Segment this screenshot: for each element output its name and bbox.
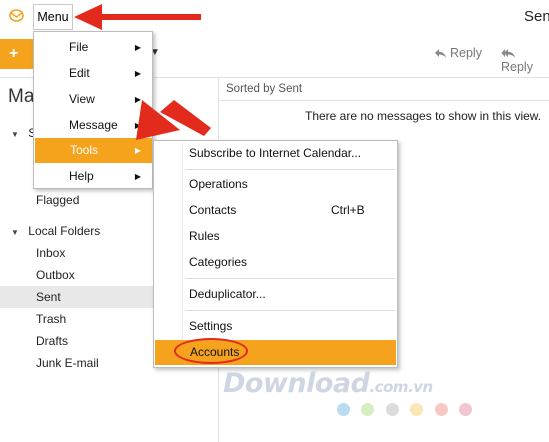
watermark-dot [459, 403, 472, 416]
watermark-dot [435, 403, 448, 416]
arrow-to-menu-icon [74, 4, 201, 30]
watermark-brand: Download [223, 368, 370, 399]
arrow-to-tools-icon [136, 100, 211, 140]
watermark-suffix: .com.vn [369, 378, 433, 396]
watermark-dot [386, 403, 399, 416]
watermark: Download.com.vn [223, 368, 433, 399]
watermark-dot [361, 403, 374, 416]
watermark-dot [337, 403, 350, 416]
watermark-dot [410, 403, 423, 416]
